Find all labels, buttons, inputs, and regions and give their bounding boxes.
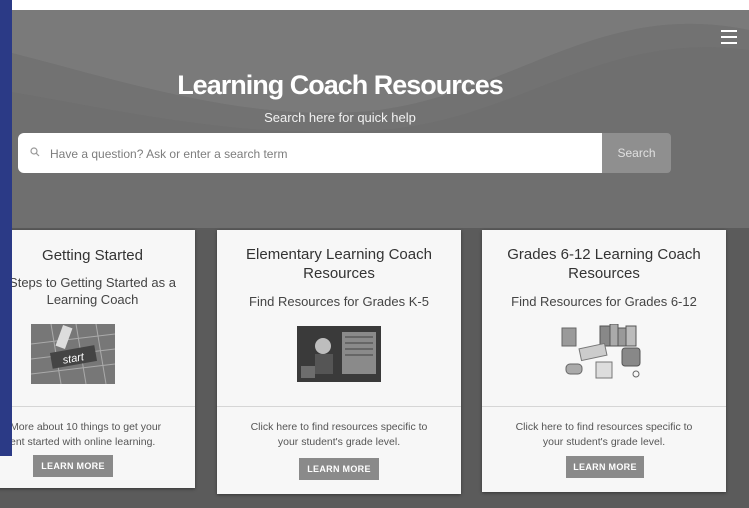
hero-banner: Learning Coach Resources Search here for… (0, 10, 749, 228)
search-button[interactable]: Search (602, 133, 671, 173)
card-getting-started[interactable]: Getting Started Steps to Getting Started… (0, 230, 195, 488)
card-title: Elementary Learning Coach Resources (246, 246, 432, 282)
card-title: Getting Started (42, 247, 143, 264)
start-keyboard-image: start (31, 324, 115, 384)
elementary-photo-image (297, 326, 381, 382)
search-icon (30, 147, 40, 157)
learn-more-button[interactable]: LEARN MORE (299, 458, 379, 480)
left-accent-bar (0, 0, 12, 456)
page-subtitle: Search here for quick help (264, 110, 416, 125)
learn-more-button[interactable]: LEARN MORE (566, 456, 644, 478)
learn-more-button[interactable]: LEARN MORE (33, 455, 113, 477)
card-description: Click here to find resources specific to… (250, 421, 428, 448)
card-description: Click here to find resources specific to… (515, 421, 693, 448)
card-subtitle: Steps to Getting Started as a Learning C… (9, 275, 176, 307)
card-grades-6-12[interactable]: Grades 6-12 Learning Coach Resources Fin… (482, 230, 726, 492)
card-title: Grades 6-12 Learning Coach Resources (507, 246, 701, 282)
card-elementary[interactable]: Elementary Learning Coach Resources Find… (217, 230, 461, 494)
search-input[interactable] (48, 133, 602, 175)
page-title: Learning Coach Resources (177, 70, 504, 100)
search-bar (18, 133, 602, 175)
hamburger-menu-icon[interactable] (721, 30, 737, 44)
school-supplies-image (561, 324, 641, 379)
top-white-strip (0, 0, 749, 10)
card-description: More about 10 things to get your ent sta… (10, 421, 162, 448)
card-subtitle: Find Resources for Grades 6-12 (511, 294, 697, 309)
card-subtitle: Find Resources for Grades K-5 (249, 294, 429, 309)
